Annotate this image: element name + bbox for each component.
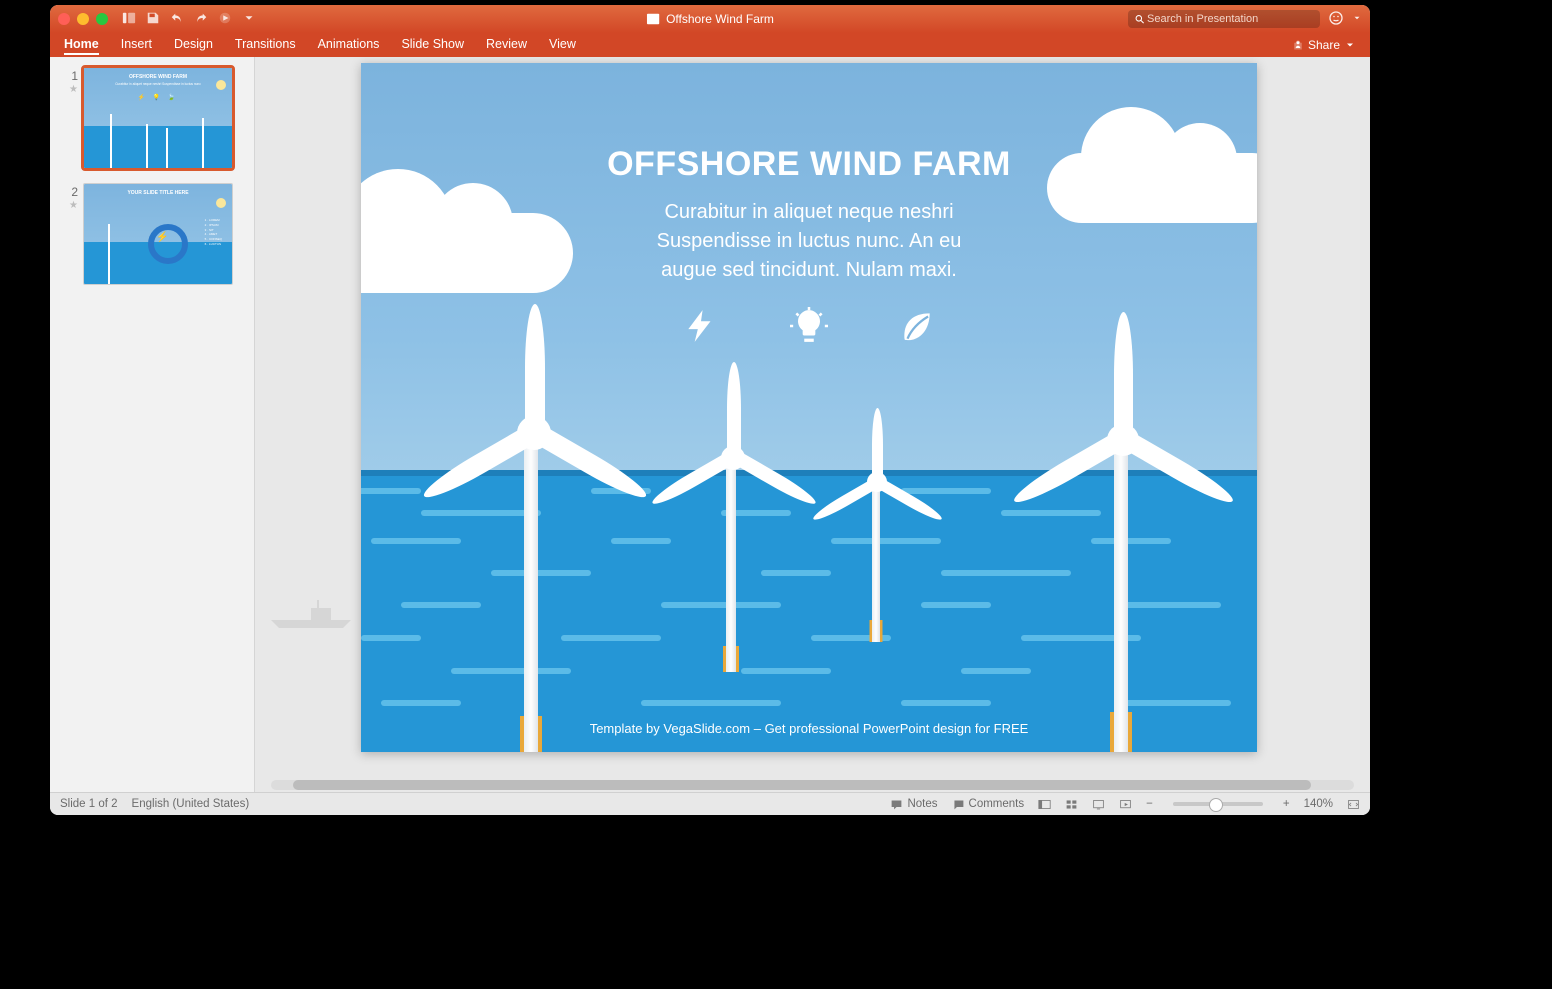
quick-access-toolbar (122, 11, 256, 28)
search-input-wrap[interactable] (1128, 10, 1320, 28)
slide-body[interactable]: Curabitur in aliquet neque neshri Suspen… (361, 198, 1257, 285)
normal-view-button[interactable] (1038, 798, 1051, 811)
document-title-text: Offshore Wind Farm (666, 12, 774, 26)
zoom-value[interactable]: 140% (1304, 798, 1333, 810)
zoom-slider-knob[interactable] (1209, 798, 1223, 812)
wind-turbine (431, 322, 631, 752)
body: 1 ★ OFFSHORE WIND FARM Curabitur in aliq… (50, 57, 1370, 792)
tab-review[interactable]: Review (486, 35, 527, 55)
qat-more-icon[interactable] (242, 11, 256, 28)
sorter-view-button[interactable] (1065, 798, 1078, 811)
wind-turbine (651, 432, 811, 752)
chevron-down-icon[interactable] (1352, 12, 1362, 26)
mini-title: OFFSHORE WIND FARM (84, 74, 232, 80)
zoom-out-button[interactable]: − (1146, 798, 1153, 810)
scrollbar-handle[interactable] (293, 780, 1311, 790)
minimize-window-button[interactable] (77, 13, 89, 25)
tab-design[interactable]: Design (174, 35, 213, 55)
mini-body: Curabitur in aliquet neque neshri Suspen… (102, 82, 214, 86)
share-button[interactable]: Share (1292, 38, 1356, 52)
wind-turbine (811, 472, 941, 752)
zoom-slider[interactable] (1173, 802, 1263, 806)
animation-indicator-icon: ★ (56, 86, 78, 94)
comments-toggle[interactable]: Comments (952, 798, 1025, 811)
close-window-button[interactable] (58, 13, 70, 25)
thumbnail-number: 2 (56, 185, 78, 199)
fullscreen-window-button[interactable] (96, 13, 108, 25)
wind-turbine (1021, 332, 1221, 752)
document-title: Offshore Wind Farm (646, 12, 774, 26)
decoration-boat (269, 600, 359, 630)
horizontal-scrollbar[interactable] (255, 778, 1370, 792)
zoom-in-button[interactable]: + (1283, 798, 1290, 810)
fit-to-window-button[interactable] (1347, 798, 1360, 811)
slide-editor[interactable]: OFFSHORE WIND FARM Curabitur in aliquet … (255, 57, 1370, 792)
leaf-icon (898, 307, 936, 345)
animation-indicator-icon: ★ (56, 202, 78, 210)
mini-title-2: YOUR SLIDE TITLE HERE (84, 190, 232, 196)
tab-slide-show[interactable]: Slide Show (401, 35, 464, 55)
slide-canvas[interactable]: OFFSHORE WIND FARM Curabitur in aliquet … (361, 63, 1257, 752)
feedback-icon[interactable] (1328, 10, 1344, 29)
slide-body-line: Curabitur in aliquet neque neshri (361, 198, 1257, 227)
tab-insert[interactable]: Insert (121, 35, 152, 55)
window-controls (58, 13, 108, 25)
language-status[interactable]: English (United States) (132, 798, 250, 810)
lightbulb-icon (790, 307, 828, 345)
start-show-icon[interactable] (218, 11, 232, 28)
thumbnail-slide-1[interactable]: OFFSHORE WIND FARM Curabitur in aliquet … (83, 67, 233, 169)
comments-label: Comments (969, 798, 1025, 810)
status-bar: Slide 1 of 2 English (United States) Not… (50, 792, 1370, 815)
slide-credit: Template by VegaSlide.com – Get professi… (361, 721, 1257, 736)
notes-toggle[interactable]: Notes (890, 798, 937, 811)
thumbnail-slide-2[interactable]: YOUR SLIDE TITLE HERE ⚡ 1 · LOREM2 · IPS… (83, 183, 233, 285)
ribbon: Home Insert Design Transitions Animation… (50, 33, 1370, 57)
slide-body-line: Suspendisse in luctus nunc. An eu (361, 227, 1257, 256)
thumbnail-row: 2 ★ YOUR SLIDE TITLE HERE ⚡ 1 · LOREM2 ·… (56, 183, 248, 285)
share-label: Share (1308, 38, 1340, 52)
slide-body-line: augue sed tincidunt. Nulam maxi. (361, 256, 1257, 285)
slide-icon-row (361, 307, 1257, 345)
thumbnails-panel[interactable]: 1 ★ OFFSHORE WIND FARM Curabitur in aliq… (50, 57, 255, 792)
bolt-icon (682, 307, 720, 345)
search-icon (1134, 13, 1145, 25)
redo-icon[interactable] (194, 11, 208, 28)
reading-view-button[interactable] (1092, 798, 1105, 811)
save-icon[interactable] (146, 11, 160, 28)
tab-transitions[interactable]: Transitions (235, 35, 296, 55)
powerpoint-icon (646, 12, 660, 26)
tab-animations[interactable]: Animations (318, 35, 380, 55)
outline-view-icon[interactable] (122, 11, 136, 28)
notes-label: Notes (907, 798, 937, 810)
tab-view[interactable]: View (549, 35, 576, 55)
title-bar: Offshore Wind Farm (50, 5, 1370, 33)
slideshow-view-button[interactable] (1119, 798, 1132, 811)
search-input[interactable] (1145, 12, 1314, 26)
thumbnail-number: 1 (56, 69, 78, 83)
slide-title[interactable]: OFFSHORE WIND FARM (361, 145, 1257, 184)
slide-info[interactable]: Slide 1 of 2 (60, 798, 118, 810)
thumbnail-row: 1 ★ OFFSHORE WIND FARM Curabitur in aliq… (56, 67, 248, 169)
app-window: Offshore Wind Farm Home Insert Design Tr… (50, 5, 1370, 815)
undo-icon[interactable] (170, 11, 184, 28)
slide-text-block[interactable]: OFFSHORE WIND FARM Curabitur in aliquet … (361, 145, 1257, 345)
tab-home[interactable]: Home (64, 35, 99, 55)
